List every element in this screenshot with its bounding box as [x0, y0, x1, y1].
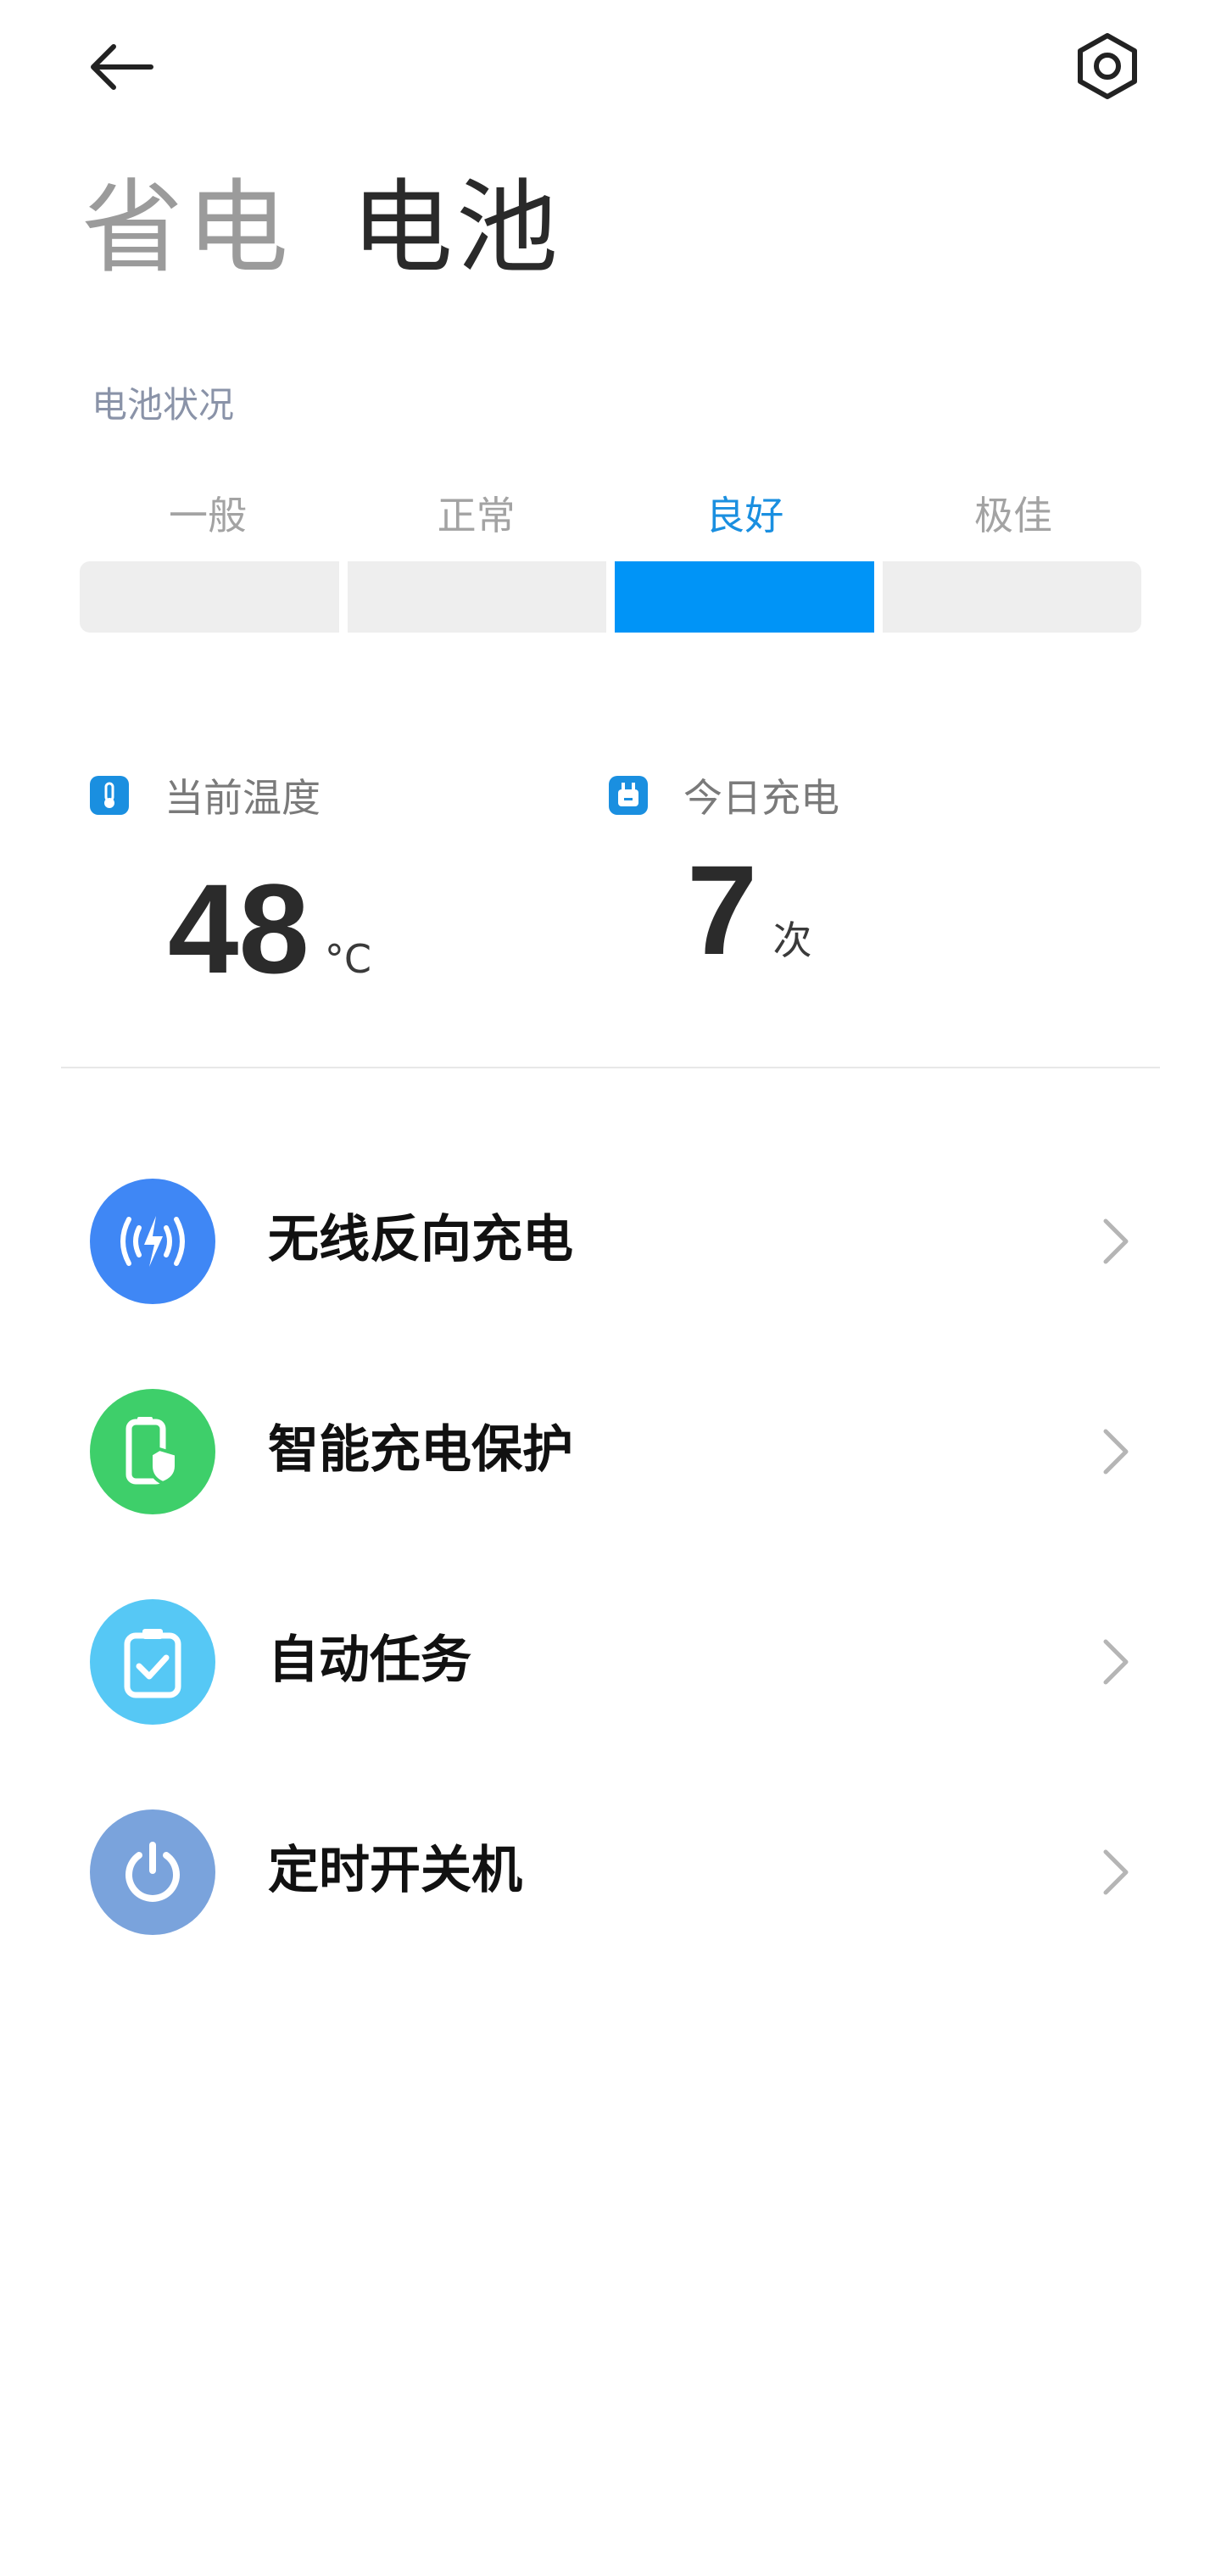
menu-item-wireless-reverse-charging[interactable]: 无线反向充电	[0, 1136, 1221, 1347]
back-arrow-icon	[91, 44, 153, 90]
menu-item-smart-charging-protection[interactable]: 智能充电保护	[0, 1347, 1221, 1557]
level-segment-excellent	[882, 561, 1141, 633]
level-label-excellent: 极佳	[973, 493, 1052, 538]
settings-button[interactable]	[1068, 27, 1146, 105]
section-divider	[61, 1067, 1160, 1068]
title-tabs: 省电 电池	[81, 161, 561, 297]
wireless-reverse-charge-icon	[90, 1179, 215, 1304]
temperature-stat: 当前温度 48 °C	[90, 772, 371, 992]
menu-item-label: 定时开关机	[268, 1841, 522, 1900]
chevron-right-icon	[1099, 1216, 1133, 1267]
menu-item-automatic-tasks[interactable]: 自动任务	[0, 1557, 1221, 1767]
charges-today-unit: 次	[772, 917, 812, 963]
battery-condition-label: 电池状况	[92, 384, 235, 426]
power-icon	[90, 1809, 215, 1935]
menu-item-label: 自动任务	[268, 1631, 471, 1690]
thermometer-icon	[90, 776, 129, 815]
battery-level-labels: 一般 正常 良好 极佳	[80, 485, 1141, 541]
back-button[interactable]	[78, 29, 166, 105]
charges-today-title: 今日充电	[683, 775, 839, 821]
charges-today-value: 7	[687, 839, 758, 981]
chevron-right-icon	[1099, 1426, 1133, 1477]
temperature-title: 当前温度	[164, 775, 321, 821]
gear-icon	[1078, 33, 1137, 99]
charges-today-stat: 今日充电 7次	[609, 772, 839, 973]
temperature-value: 48	[168, 857, 309, 1000]
menu-item-label: 无线反向充电	[268, 1210, 573, 1269]
tab-power-saving[interactable]: 省电	[81, 178, 292, 280]
battery-menu-list: 无线反向充电 智能充电保护 自动任务 定时开关机	[0, 1136, 1221, 1977]
clipboard-check-icon	[90, 1599, 215, 1725]
top-bar	[0, 0, 1221, 136]
chevron-right-icon	[1099, 1636, 1133, 1687]
plug-icon	[609, 776, 648, 815]
level-label-normal: 正常	[437, 493, 516, 538]
tab-battery[interactable]: 电池	[351, 178, 561, 280]
level-segment-normal	[347, 561, 606, 633]
menu-item-label: 智能充电保护	[268, 1420, 573, 1480]
temperature-unit: °C	[324, 936, 371, 982]
chevron-right-icon	[1099, 1847, 1133, 1898]
level-segment-good	[615, 561, 874, 633]
level-label-fair: 一般	[169, 493, 247, 538]
battery-level-bar	[80, 561, 1141, 633]
battery-shield-icon	[90, 1389, 215, 1514]
level-segment-fair	[80, 561, 339, 633]
level-label-good: 良好	[705, 493, 784, 538]
menu-item-scheduled-power-on-off[interactable]: 定时开关机	[0, 1767, 1221, 1977]
